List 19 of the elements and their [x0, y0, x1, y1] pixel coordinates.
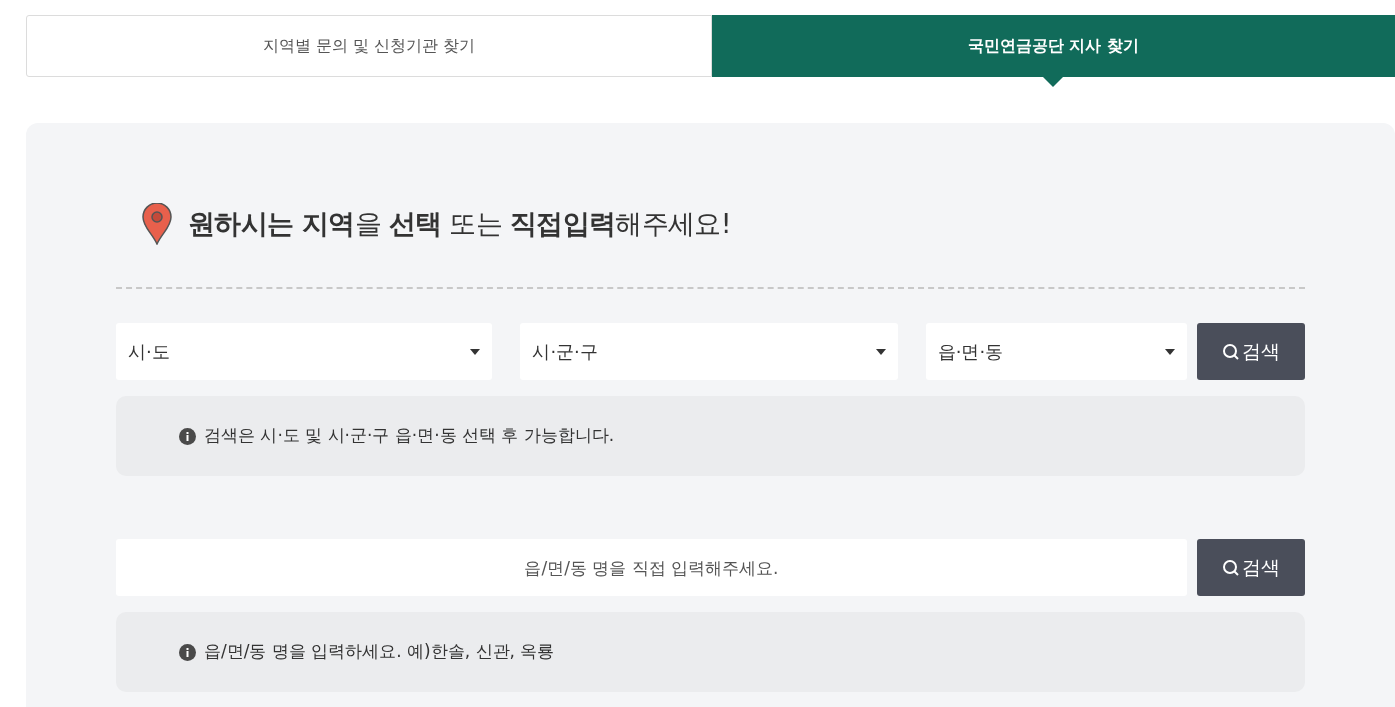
info-icon — [179, 427, 196, 445]
search-button[interactable]: 검색 — [1197, 539, 1305, 596]
search-button[interactable]: 검색 — [1197, 323, 1305, 380]
search-icon — [1222, 558, 1240, 577]
tab[interactable]: 지역별 문의 및 신청기관 찾기 — [26, 15, 712, 77]
search-icon — [1222, 342, 1240, 361]
caret-icon — [875, 348, 886, 355]
dropdown[interactable]: 시·군·구 — [520, 323, 898, 380]
dropdown[interactable]: 읍·면·동 — [925, 323, 1187, 380]
heading: 원하시는 지역을 선택 또는 직접입력해주세요! — [188, 206, 731, 241]
caret-icon — [1165, 348, 1175, 355]
dropdown[interactable]: 시·도 — [116, 323, 493, 380]
notice-text: 읍/면/동 명을 입력하세요. 예)한솔, 신관, 옥룡 — [204, 640, 555, 664]
tab-pointer — [1043, 77, 1064, 87]
notice-text: 검색은 시·도 및 시·군·구 읍·면·동 선택 후 가능합니다. — [204, 424, 615, 448]
input-field[interactable]: 읍/면/동 명을 직접 입력해주세요. — [116, 539, 1187, 596]
info-icon — [179, 643, 196, 661]
map-pin-icon — [142, 203, 172, 245]
caret-icon — [470, 348, 481, 355]
